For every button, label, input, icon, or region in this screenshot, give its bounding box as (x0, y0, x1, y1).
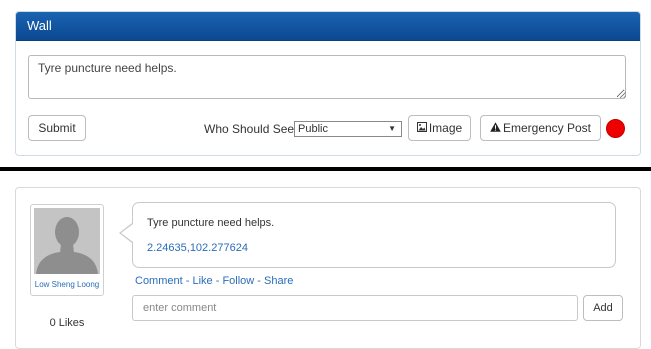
section-divider (0, 167, 651, 171)
user-silhouette-icon (34, 208, 100, 274)
share-link[interactable]: Share (264, 275, 293, 287)
post-textarea[interactable]: Tyre puncture need helps. (28, 55, 626, 99)
submit-button[interactable]: Submit (28, 115, 86, 141)
author-name-link[interactable]: Low Sheng Loong (31, 280, 103, 289)
status-indicator (606, 119, 625, 138)
visibility-select[interactable]: Public ▼ (294, 121, 402, 137)
wall-title: Wall (16, 12, 640, 41)
warning-icon (490, 121, 501, 135)
visibility-label: Who Should See: (204, 122, 298, 136)
chevron-down-icon: ▼ (388, 124, 396, 133)
like-link[interactable]: Like (192, 275, 212, 287)
visibility-selected-value: Public (298, 123, 328, 135)
follow-link[interactable]: Follow (222, 275, 254, 287)
post-actions: Comment - Like - Follow - Share (135, 275, 294, 287)
avatar[interactable]: Low Sheng Loong (30, 204, 104, 296)
resize-handle-icon[interactable] (620, 92, 626, 98)
post-card: Low Sheng Loong 0 Likes Tyre puncture ne… (15, 187, 641, 349)
likes-count: 0 Likes (49, 317, 85, 329)
add-comment-button[interactable]: Add (583, 295, 623, 321)
image-button[interactable]: Image (408, 115, 471, 141)
image-button-label: Image (428, 121, 463, 135)
post-location-link[interactable]: 2.24635,102.277624 (147, 242, 248, 254)
post-text: Tyre puncture need helps. (147, 217, 275, 229)
emergency-post-button[interactable]: Emergency Post (480, 115, 601, 141)
emergency-post-label: Emergency Post (502, 121, 592, 135)
image-icon (416, 121, 427, 135)
comment-link[interactable]: Comment (135, 275, 183, 287)
bubble-pointer-fill (121, 224, 133, 242)
wall-panel: Wall Tyre puncture need helps. Submit Wh… (15, 11, 641, 156)
comment-input[interactable] (132, 295, 578, 321)
post-bubble: Tyre puncture need helps. 2.24635,102.27… (132, 202, 616, 268)
